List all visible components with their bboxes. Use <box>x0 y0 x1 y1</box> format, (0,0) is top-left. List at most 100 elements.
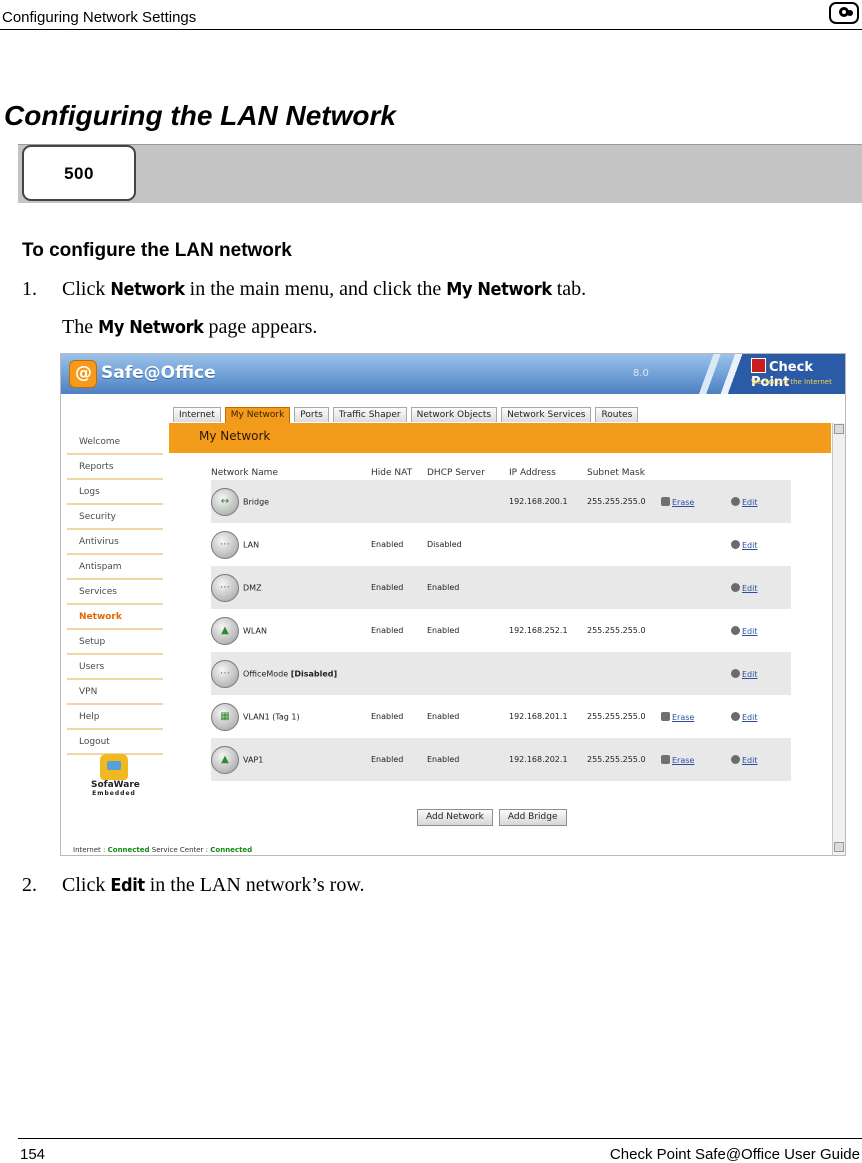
wireless-icon: ▲ <box>211 745 239 774</box>
menu-item-help[interactable]: Help <box>67 705 163 730</box>
step-1: 1. Click Network in the main menu, and cl… <box>22 278 586 301</box>
erase-link[interactable]: Erase <box>661 498 694 507</box>
mask-cell: 255.255.255.0 <box>587 695 661 738</box>
table-header-row: Network Name Hide NAT DHCP Server IP Add… <box>211 465 791 480</box>
table-row: ▦ VLAN1 (Tag 1) Enabled Enabled 192.168.2… <box>211 695 791 738</box>
erase-link[interactable]: Erase <box>661 713 694 722</box>
dhcp-cell <box>427 480 509 523</box>
step-number: 2. <box>22 874 37 896</box>
step-2: 2. Click Edit in the LAN network’s row. <box>22 874 364 897</box>
step-keyword: Network <box>110 279 185 300</box>
edit-link[interactable]: Edit <box>731 498 758 507</box>
add-network-button[interactable]: Add Network <box>417 809 493 826</box>
network-name-cell: ⋯ LAN <box>211 523 371 566</box>
disabled-flag: [Disabled] <box>290 669 338 678</box>
sofaware-sub: Embedded <box>92 790 136 797</box>
step-text: Click <box>62 874 111 896</box>
network-name-cell: ↔ Bridge <box>211 480 371 523</box>
service-center-value: Connected <box>210 846 253 854</box>
hide-nat-cell <box>371 480 427 523</box>
menu-item-logout[interactable]: Logout <box>67 730 163 755</box>
result-text: page appears. <box>203 316 318 338</box>
vlan-icon: ▦ <box>211 702 239 731</box>
network-name-cell: ▦ VLAN1 (Tag 1) <box>211 695 371 738</box>
mask-cell: 255.255.255.0 <box>587 480 661 523</box>
safe-office-logo-icon <box>69 360 97 388</box>
menu-item-vpn[interactable]: VPN <box>67 680 163 705</box>
network-name: WLAN <box>243 626 268 635</box>
network-name-cell: ⋯ DMZ <box>211 566 371 609</box>
scroll-down-arrow-icon[interactable] <box>834 842 844 852</box>
menu-item-network[interactable]: Network <box>67 605 163 630</box>
table-row: ⋯ LAN Enabled Disabled Edit <box>211 523 791 566</box>
tab-network-services[interactable]: Network Services <box>501 407 592 422</box>
menu-item-users[interactable]: Users <box>67 655 163 680</box>
edit-link[interactable]: Edit <box>731 670 758 679</box>
edit-link[interactable]: Edit <box>731 756 758 765</box>
sofaware-logo: SofaWare Embedded <box>91 754 140 797</box>
tab-ports[interactable]: Ports <box>294 407 329 422</box>
hide-nat-cell: Enabled <box>371 738 427 781</box>
add-bridge-button[interactable]: Add Bridge <box>498 809 567 826</box>
ip-cell <box>509 566 587 609</box>
page-footer: 154 Check Point Safe@Office User Guide <box>18 1138 862 1163</box>
menu-item-antivirus[interactable]: Antivirus <box>67 530 163 555</box>
edit-cell: Edit <box>731 652 791 695</box>
ip-cell: 192.168.202.1 <box>509 738 587 781</box>
step-keyword: Edit <box>110 875 145 896</box>
network-name-cell: ⋯ OfficeMode [Disabled] <box>211 652 661 695</box>
col-network-name: Network Name <box>211 467 278 478</box>
content-title-band: My Network <box>169 423 831 453</box>
erase-link[interactable]: Erase <box>661 756 694 765</box>
erase-cell: Erase <box>661 738 731 781</box>
step-keyword: My Network <box>446 279 552 300</box>
network-name: OfficeMode <box>243 669 289 678</box>
network-name: DMZ <box>243 583 262 592</box>
procedure-heading: To configure the LAN network <box>22 240 292 261</box>
menu-item-antispam[interactable]: Antispam <box>67 555 163 580</box>
edit-cell: Edit <box>731 695 791 738</box>
page-number: 154 <box>20 1146 46 1163</box>
col-ip-address: IP Address <box>509 467 556 478</box>
hide-nat-cell: Enabled <box>371 566 427 609</box>
dhcp-cell: Enabled <box>427 609 509 652</box>
menu-item-security[interactable]: Security <box>67 505 163 530</box>
dmz-icon: ⋯ <box>211 573 239 602</box>
scroll-up-arrow-icon[interactable] <box>834 424 844 434</box>
internet-status-label: Internet : <box>73 846 106 854</box>
tab-internet[interactable]: Internet <box>173 407 221 422</box>
menu-item-logs[interactable]: Logs <box>67 480 163 505</box>
app-name: Safe@Office <box>101 363 216 383</box>
dhcp-cell: Disabled <box>427 523 509 566</box>
table-row: ⋯ DMZ Enabled Enabled Edit <box>211 566 791 609</box>
network-name: VLAN1 (Tag 1) <box>243 712 300 721</box>
erase-cell <box>661 609 731 652</box>
menu-item-setup[interactable]: Setup <box>67 630 163 655</box>
edit-link[interactable]: Edit <box>731 541 758 550</box>
menu-item-reports[interactable]: Reports <box>67 455 163 480</box>
col-edit <box>731 465 791 480</box>
vertical-scrollbar[interactable] <box>832 423 845 855</box>
network-name: VAP1 <box>243 755 264 764</box>
erase-cell <box>661 566 731 609</box>
tab-traffic-shaper[interactable]: Traffic Shaper <box>332 407 407 422</box>
dhcp-cell: Enabled <box>427 695 509 738</box>
edit-link[interactable]: Edit <box>731 584 758 593</box>
status-bar: Internet : Connected Service Center : Co… <box>73 846 252 854</box>
result-keyword: My Network <box>98 317 204 338</box>
menu-item-services[interactable]: Services <box>67 580 163 605</box>
tab-bar: Internet My Network Ports Traffic Shaper Net… <box>173 407 642 424</box>
edit-link[interactable]: Edit <box>731 627 758 636</box>
ip-cell: 192.168.200.1 <box>509 480 587 523</box>
step-1-result: The My Network page appears. <box>62 316 317 339</box>
hide-nat-cell: Enabled <box>371 609 427 652</box>
edit-link[interactable]: Edit <box>731 713 758 722</box>
menu-item-welcome[interactable]: Welcome <box>67 430 163 455</box>
tab-my-network[interactable]: My Network <box>224 407 291 424</box>
ip-cell: 192.168.201.1 <box>509 695 587 738</box>
tab-network-objects[interactable]: Network Objects <box>410 407 498 422</box>
step-text: Click <box>62 278 111 300</box>
col-dhcp-server: DHCP Server <box>427 467 485 478</box>
network-name: Bridge <box>243 497 270 506</box>
tab-routes[interactable]: Routes <box>595 407 639 422</box>
